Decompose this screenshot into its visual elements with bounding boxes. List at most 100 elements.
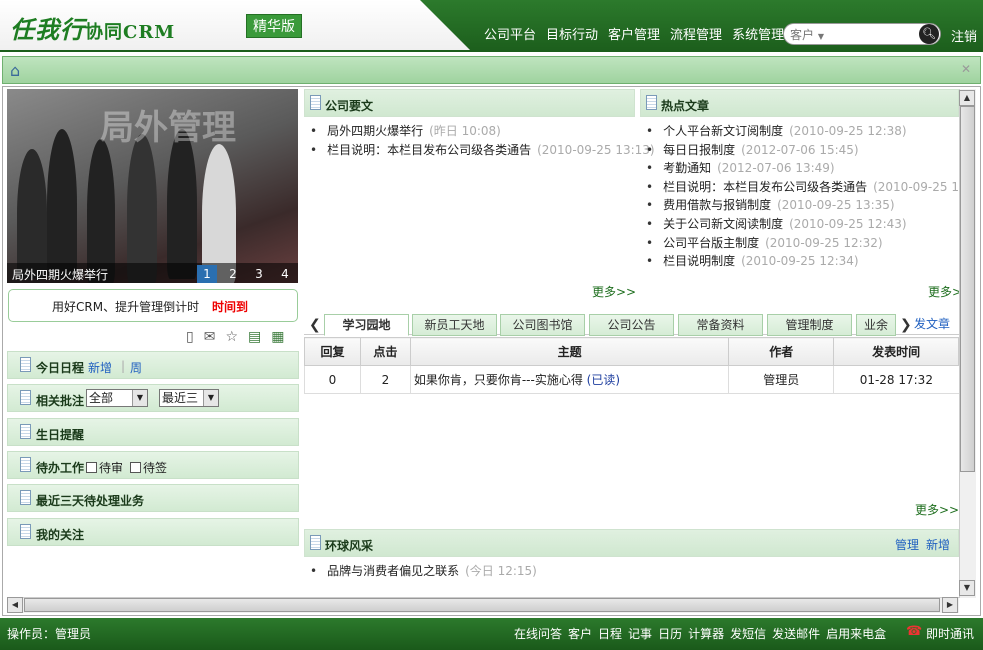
nav-system-management[interactable]: 系统管理 [732, 24, 784, 43]
birthday-title[interactable]: 生日提醒 [36, 426, 84, 443]
global-view-manage-link[interactable]: 管理 [895, 536, 919, 553]
col-reply[interactable]: 回复 [304, 337, 361, 366]
grid-icon[interactable]: ▦ [271, 329, 284, 345]
company-news-title[interactable]: 公司要文 [325, 97, 373, 114]
footer-link-schedule[interactable]: 日程 [598, 625, 622, 642]
todo-sign-option[interactable]: 待签 [130, 459, 167, 476]
todo-review-option[interactable]: 待审 [86, 459, 123, 476]
instant-message-link[interactable]: 即时通讯 [926, 625, 974, 642]
global-view-title[interactable]: 环球风采 [325, 537, 373, 554]
close-icon[interactable]: ✕ [961, 62, 971, 76]
follow-title[interactable]: 我的关注 [36, 526, 84, 543]
footer-link-calculator[interactable]: 计算器 [688, 625, 724, 642]
scroll-right-button[interactable]: ▶ [942, 597, 958, 613]
list-item[interactable]: 关于公司新文阅读制度 (2010-09-25 12:43) [646, 215, 959, 234]
schedule-week-link[interactable]: 周 [130, 359, 142, 376]
search-button[interactable]: 🔍︎ [919, 24, 939, 44]
nav-goal-action[interactable]: 目标行动 [546, 24, 598, 43]
list-item[interactable]: 公司平台版主制度 (2010-09-25 12:32) [646, 234, 959, 253]
scroll-down-button[interactable]: ▼ [959, 580, 975, 596]
news-link[interactable]: 栏目说明：本栏目发布公司级各类通告 [327, 143, 531, 157]
list-item[interactable]: 栏目说明：本栏目发布公司级各类通告 (2010-09-25 13:13) [646, 178, 959, 197]
pending-title[interactable]: 最近三天待处理业务 [36, 492, 144, 509]
post-subject-link[interactable]: 如果你肯，只要你肯---实施心得 [414, 373, 583, 387]
company-news-more-link[interactable]: 更多>> [592, 283, 636, 300]
col-subject[interactable]: 主题 [409, 337, 730, 366]
article-link[interactable]: 每日日报制度 [663, 143, 735, 157]
list-icon[interactable]: ▤ [248, 329, 261, 345]
approval-scope-select[interactable]: 全部 ▼ [86, 389, 148, 407]
schedule-add-link[interactable]: 新增 [88, 359, 112, 376]
hot-articles-more-link[interactable]: 更多> [928, 283, 962, 300]
banner-page-1[interactable]: 1 [197, 265, 217, 283]
nav-customer-management[interactable]: 客户管理 [608, 24, 660, 43]
mobile-icon[interactable]: ▯ [186, 329, 194, 345]
tab-library[interactable]: 公司图书馆 [500, 314, 585, 336]
list-item[interactable]: 个人平台新文订阅制度 (2010-09-25 12:38) [646, 122, 959, 141]
banner-page-4[interactable]: 4 [275, 265, 295, 283]
nav-workflow-management[interactable]: 流程管理 [670, 24, 722, 43]
footer-link-sms[interactable]: 发短信 [730, 625, 766, 642]
footer-link-calendar[interactable]: 日历 [658, 625, 682, 642]
list-item[interactable]: 品牌与消费者偏见之联系 (今日 12:15) [310, 562, 537, 581]
tab-announcements[interactable]: 公司公告 [589, 314, 674, 336]
list-item[interactable]: 栏目说明：本栏目发布公司级各类通告 (2010-09-25 13:13) [310, 141, 655, 160]
list-item[interactable]: 局外四期火爆举行 (昨日 10:08) [310, 122, 635, 141]
table-row[interactable]: 0 2 如果你肯，只要你肯---实施心得 (已读) 管理员 01-28 17:3… [304, 365, 959, 394]
todo-sign-checkbox[interactable] [130, 462, 141, 473]
global-view-add-link[interactable]: 新增 [926, 536, 950, 553]
chevron-right-icon[interactable]: ❯ [900, 317, 912, 333]
nav-company-platform[interactable]: 公司平台 [484, 24, 536, 43]
list-item[interactable]: 费用借款与报销制度 (2010-09-25 13:35) [646, 196, 959, 215]
article-link[interactable]: 关于公司新文阅读制度 [663, 217, 783, 231]
scroll-left-button[interactable]: ◀ [7, 597, 23, 613]
news-link[interactable]: 局外四期火爆举行 [327, 124, 423, 138]
todo-review-checkbox[interactable] [86, 462, 97, 473]
forum-more-link[interactable]: 更多>> [915, 501, 959, 518]
horizontal-scroll-thumb[interactable] [24, 598, 940, 612]
footer-link-customer[interactable]: 客户 [568, 625, 592, 642]
tab-materials[interactable]: 常备资料 [678, 314, 763, 336]
approval-period-select[interactable]: 最近三 ▼ [159, 389, 219, 407]
operator-label: 操作员：管理员 [7, 627, 92, 641]
article-link[interactable]: 公司平台版主制度 [663, 236, 759, 250]
list-item[interactable]: 栏目说明制度 (2010-09-25 12:34) [646, 252, 959, 271]
vertical-scroll-thumb[interactable] [960, 106, 975, 472]
banner-page-3[interactable]: 3 [249, 265, 269, 283]
article-link[interactable]: 个人平台新文订阅制度 [663, 124, 783, 138]
chat-icon[interactable]: ☎ [906, 624, 922, 639]
banner-caption[interactable]: 局外四期火爆举行 [12, 266, 108, 283]
list-item[interactable]: 每日日报制度 (2012-07-06 15:45) [646, 141, 959, 160]
tab-leisure[interactable]: 业余 [856, 314, 896, 336]
footer-link-notes[interactable]: 记事 [628, 625, 652, 642]
article-link[interactable]: 栏目说明：本栏目发布公司级各类通告 [663, 180, 867, 194]
tab-policies[interactable]: 管理制度 [767, 314, 852, 336]
todo-title[interactable]: 待办工作 [36, 459, 84, 476]
article-link[interactable]: 费用借款与报销制度 [663, 198, 771, 212]
hot-articles-title[interactable]: 热点文章 [661, 97, 709, 114]
tab-study[interactable]: 学习园地 [324, 314, 409, 336]
approval-title[interactable]: 相关批注 [36, 392, 84, 409]
col-clicks[interactable]: 点击 [359, 337, 411, 366]
footer-link-caller-box[interactable]: 启用来电盒 [826, 625, 886, 642]
col-time[interactable]: 发表时间 [833, 337, 959, 366]
star-icon[interactable]: ☆ [225, 329, 238, 345]
footer-link-email[interactable]: 发送邮件 [772, 625, 820, 642]
logout-link[interactable]: 注销 [951, 26, 977, 45]
col-author[interactable]: 作者 [728, 337, 835, 366]
chevron-left-icon[interactable]: ❮ [309, 317, 321, 333]
scroll-up-button[interactable]: ▲ [959, 90, 975, 106]
search-scope-select[interactable]: 客户 ▼ [790, 26, 824, 43]
global-view-link[interactable]: 品牌与消费者偏见之联系 [327, 564, 459, 578]
mail-icon[interactable]: ✉ [204, 329, 216, 345]
list-item[interactable]: 考勤通知 (2012-07-06 13:49) [646, 159, 959, 178]
home-icon[interactable]: ⌂ [10, 61, 20, 80]
article-link[interactable]: 考勤通知 [663, 161, 711, 175]
article-link[interactable]: 栏目说明制度 [663, 254, 735, 268]
tab-new-staff[interactable]: 新员工天地 [412, 314, 497, 336]
footer-link-qa[interactable]: 在线问答 [514, 625, 562, 642]
post-article-link[interactable]: 发文章 [914, 315, 950, 332]
footer-links: 在线问答 客户 日程 记事 日历 计算器 发短信 发送邮件 启用来电盒 [514, 625, 886, 642]
schedule-title[interactable]: 今日日程 [36, 359, 84, 376]
banner-page-2[interactable]: 2 [223, 265, 243, 283]
